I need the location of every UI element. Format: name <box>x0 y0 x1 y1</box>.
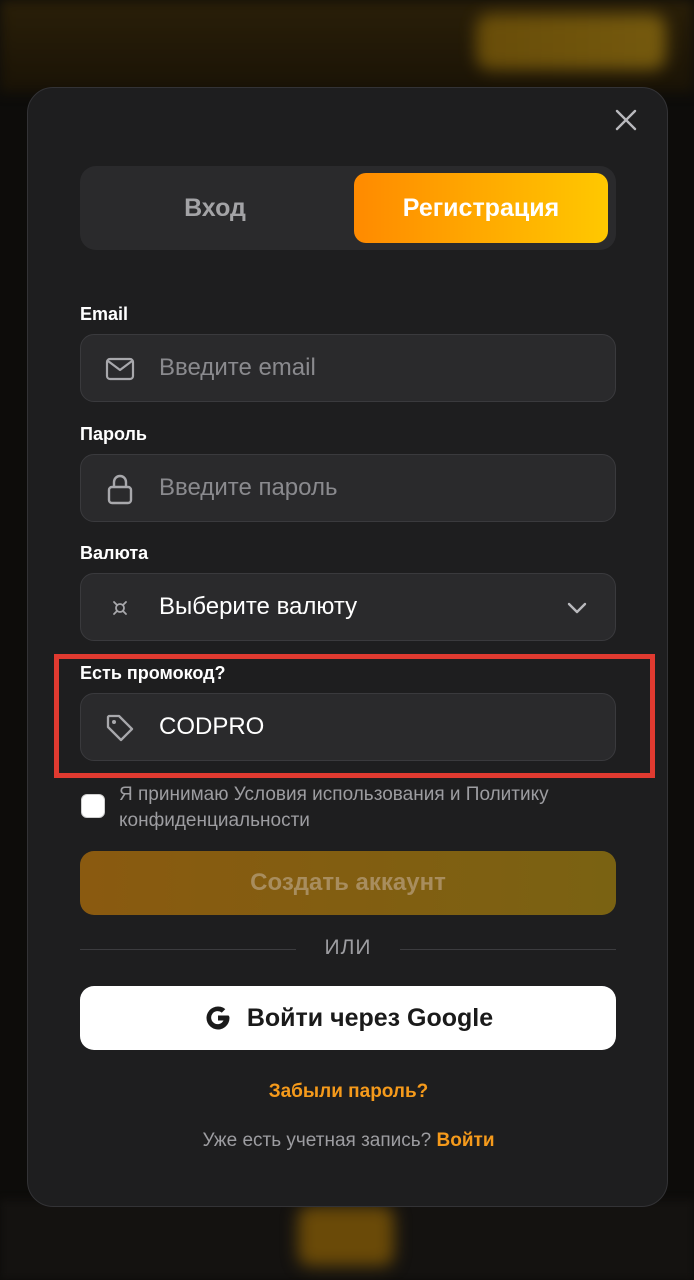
create-account-button[interactable]: Создать аккаунт <box>80 851 616 915</box>
terms-text: Я принимаю Условия использования и Полит… <box>119 784 549 831</box>
currency-label: Валюта <box>80 543 149 563</box>
divider-line-right <box>400 949 616 950</box>
divider-text: ИЛИ <box>324 936 372 959</box>
mail-icon <box>105 354 135 384</box>
google-signin-button[interactable]: Войти через Google <box>80 986 616 1050</box>
terms-checkbox[interactable] <box>81 794 105 818</box>
google-icon <box>203 1003 233 1033</box>
auth-tabs: Вход Регистрация <box>80 166 616 250</box>
signin-row: Уже есть учетная запись? Войти <box>28 1130 669 1152</box>
promo-highlight-box <box>54 654 655 778</box>
close-button[interactable] <box>608 102 644 138</box>
email-label: Email <box>80 304 129 324</box>
signin-prompt: Уже есть учетная запись? <box>202 1130 432 1151</box>
forgot-password-link[interactable]: Забыли пароль? <box>28 1081 669 1103</box>
currency-icon <box>105 593 135 623</box>
password-input[interactable] <box>159 455 579 521</box>
signin-link[interactable]: Войти <box>437 1130 495 1151</box>
terms-row: Я принимаю Условия использования и Полит… <box>80 778 616 834</box>
currency-select[interactable]: Выберите валюту <box>80 573 616 641</box>
chevron-down-icon <box>565 596 589 620</box>
close-icon <box>615 109 637 131</box>
lock-icon <box>105 474 135 505</box>
auth-modal: Вход Регистрация Email Пароль Валюта <box>27 87 668 1207</box>
email-input[interactable] <box>159 335 579 401</box>
tab-login[interactable]: Вход <box>88 173 342 243</box>
password-label: Пароль <box>80 424 147 444</box>
password-field-container <box>80 454 616 522</box>
google-button-label: Войти через Google <box>246 1003 494 1032</box>
or-divider: ИЛИ <box>80 934 616 964</box>
tab-register[interactable]: Регистрация <box>354 173 608 243</box>
email-field-container <box>80 334 616 402</box>
background-bottom-nav-center <box>298 1206 394 1266</box>
background-header-button <box>476 14 666 70</box>
currency-value: Выберите валюту <box>159 593 358 620</box>
